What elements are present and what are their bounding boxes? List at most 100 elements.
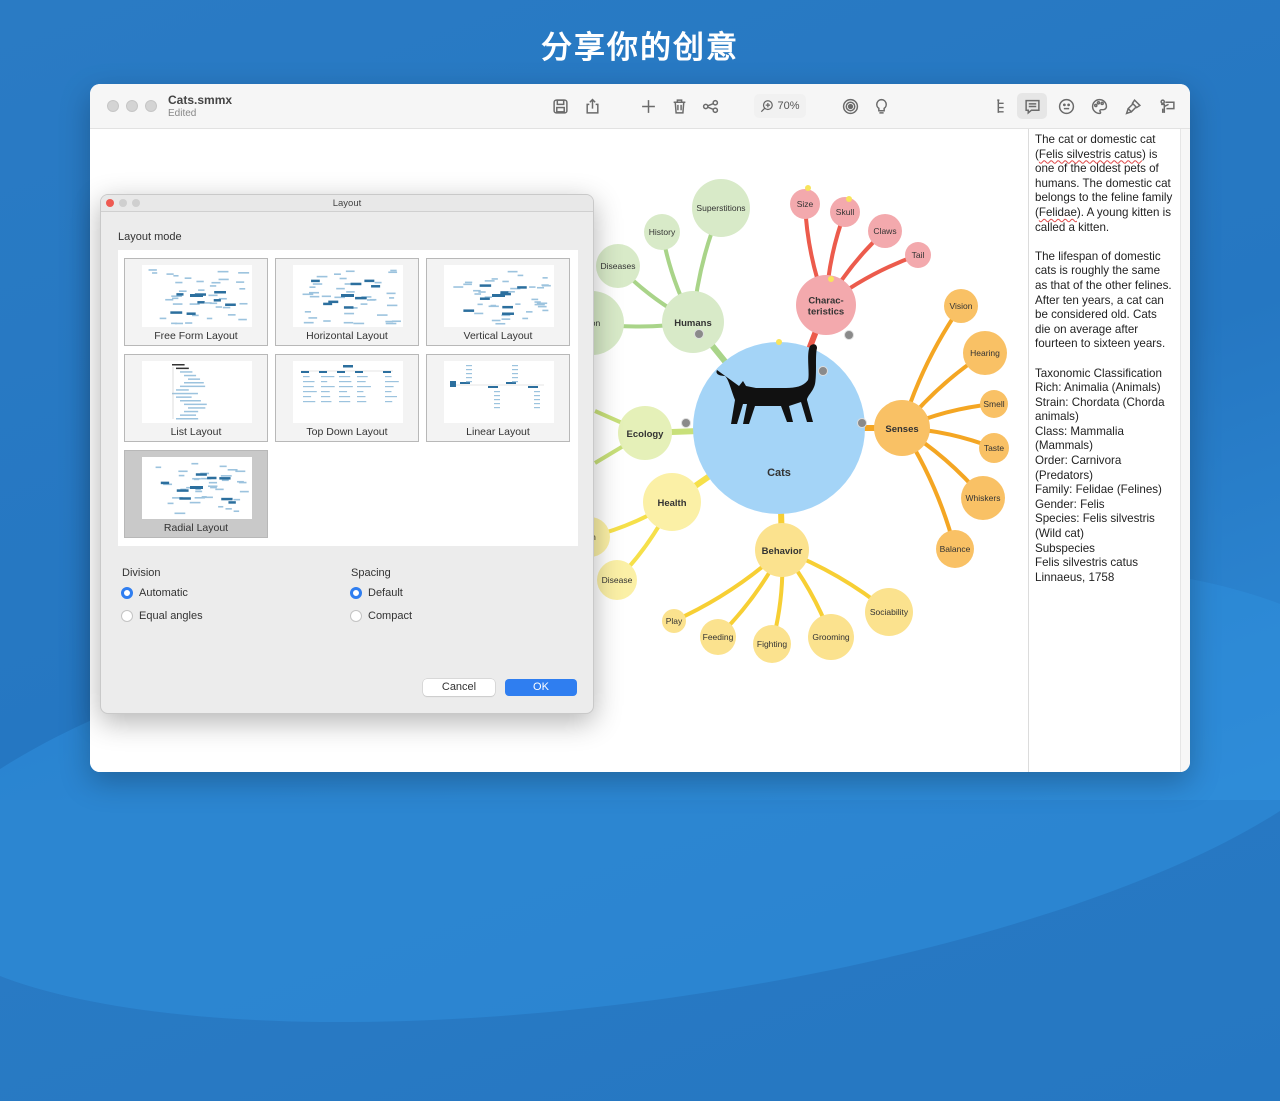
thumb-mark: [355, 371, 363, 373]
dialog-close-button[interactable]: [106, 199, 114, 207]
thumb-mark: [159, 317, 167, 320]
radio-button[interactable]: [350, 587, 362, 599]
ok-button[interactable]: OK: [505, 679, 577, 696]
subtopic-label[interactable]: Whiskers: [966, 493, 1001, 503]
thumb-mark: [463, 283, 472, 286]
division-automatic-option[interactable]: Automatic: [121, 587, 188, 599]
thumb-mark: [502, 280, 509, 283]
thumb-mark: [218, 505, 224, 508]
close-window-button[interactable]: [107, 100, 119, 112]
subtopic-label[interactable]: Tail: [912, 250, 925, 260]
presentation-button[interactable]: [1153, 93, 1181, 119]
thumb-mark: [536, 302, 548, 305]
relation-button[interactable]: [696, 93, 724, 119]
zoom-control[interactable]: 70%: [754, 94, 806, 118]
notes-paragraph: Taxonomic Classification Rich: Animalia …: [1035, 366, 1165, 584]
subtopic-label[interactable]: Fighting: [757, 639, 788, 649]
thumb-mark: [390, 269, 397, 272]
radio-button[interactable]: [121, 587, 133, 599]
subtopic-label[interactable]: Diseases: [601, 261, 636, 271]
radio-button[interactable]: [121, 610, 133, 622]
thumb-mark: [207, 476, 217, 480]
share-button[interactable]: [578, 93, 606, 119]
subtopic-label[interactable]: Balance: [940, 544, 971, 554]
thumb-mark: [502, 312, 514, 315]
thumb-mark: [239, 302, 248, 305]
subtopic-label[interactable]: Feeding: [703, 632, 734, 642]
thumb-mark: [512, 365, 518, 367]
thumb-mark: [189, 501, 201, 504]
layout-options-grid: Free Form Layout Horizontal Layout Verti…: [118, 250, 578, 546]
thumb-mark: [235, 470, 246, 473]
subtopic-label[interactable]: Disease: [602, 575, 633, 585]
subtopic-label[interactable]: History: [649, 227, 676, 237]
thumb-mark: [176, 418, 199, 420]
subtopic-label[interactable]: Skull: [836, 207, 855, 217]
thumb-mark: [221, 497, 233, 501]
layout-option-linear[interactable]: Linear Layout: [426, 354, 570, 442]
subtopic-label[interactable]: Superstitions: [696, 203, 745, 213]
topic-label[interactable]: Humans: [674, 318, 711, 329]
notes-panel[interactable]: The cat or domestic cat (Felis silvestri…: [1028, 129, 1180, 772]
central-topic-node[interactable]: [693, 342, 865, 514]
format-button[interactable]: [1119, 93, 1147, 119]
layout-option-free-form[interactable]: Free Form Layout: [124, 258, 268, 346]
notes-paragraph: The cat or domestic cat (Felis silvestri…: [1035, 133, 1173, 234]
thumb-mark: [321, 396, 331, 398]
subtopic-label[interactable]: Sociability: [870, 607, 909, 617]
thumb-mark: [323, 302, 333, 306]
save-button[interactable]: [546, 93, 574, 119]
subtopic-label[interactable]: Taste: [984, 443, 1005, 453]
delete-button[interactable]: [665, 93, 693, 119]
dialog-minimize-button[interactable]: [119, 199, 127, 207]
division-equal-angles-option[interactable]: Equal angles: [121, 610, 203, 622]
thumb-mark: [466, 365, 472, 367]
layout-option-list[interactable]: List Layout: [124, 354, 268, 442]
collapse-handle: [681, 418, 691, 428]
spacing-default-option[interactable]: Default: [350, 587, 403, 599]
topic-label[interactable]: teristics: [808, 307, 844, 318]
topic-label[interactable]: Senses: [885, 424, 918, 435]
focus-button[interactable]: [836, 93, 864, 119]
thumb-mark: [211, 281, 221, 284]
subtopic-label[interactable]: Smell: [983, 399, 1004, 409]
emoji-button[interactable]: [1052, 93, 1080, 119]
subtopic-label[interactable]: Size: [797, 199, 814, 209]
central-topic-label[interactable]: Cats: [767, 467, 791, 479]
connect-icon: [702, 99, 718, 113]
minimize-window-button[interactable]: [126, 100, 138, 112]
subtopic-label[interactable]: Grooming: [812, 632, 850, 642]
thumb-mark: [529, 286, 536, 288]
layout-option-vertical[interactable]: Vertical Layout: [426, 258, 570, 346]
dialog-zoom-button[interactable]: [132, 199, 140, 207]
cancel-button[interactable]: Cancel: [423, 679, 495, 696]
thumb-mark: [360, 303, 368, 305]
layout-option-radial[interactable]: Radial Layout: [124, 450, 268, 538]
thumb-mark: [195, 473, 207, 476]
zoom-window-button[interactable]: [145, 100, 157, 112]
topic-label[interactable]: Health: [657, 498, 686, 509]
thumb-mark: [492, 294, 505, 297]
notes-scrollbar[interactable]: [1180, 129, 1190, 772]
subtopic-label[interactable]: Claws: [873, 226, 896, 236]
thumb-mark: [184, 410, 199, 413]
layout-option-label: Free Form Layout: [154, 330, 238, 342]
outline-button[interactable]: [987, 93, 1015, 119]
brainstorm-button[interactable]: [867, 93, 895, 119]
topic-label[interactable]: Charac-: [808, 296, 843, 307]
layout-option-horizontal[interactable]: Horizontal Layout: [275, 258, 419, 346]
thumb-mark: [213, 299, 221, 302]
topic-label[interactable]: Ecology: [627, 429, 665, 440]
spacing-compact-option[interactable]: Compact: [350, 610, 412, 622]
style-button[interactable]: [1085, 93, 1113, 119]
subtopic-label[interactable]: Vision: [950, 301, 973, 311]
radio-button[interactable]: [350, 610, 362, 622]
subtopic-label[interactable]: Play: [666, 616, 683, 626]
promo-headline: 分享你的创意: [541, 30, 739, 66]
notes-button[interactable]: [1017, 93, 1047, 119]
thumb-mark: [484, 280, 495, 282]
subtopic-label[interactable]: Hearing: [970, 348, 1000, 358]
topic-label[interactable]: Behavior: [762, 546, 803, 557]
layout-option-top-down[interactable]: Top Down Layout: [275, 354, 419, 442]
add-topic-button[interactable]: [634, 93, 662, 119]
